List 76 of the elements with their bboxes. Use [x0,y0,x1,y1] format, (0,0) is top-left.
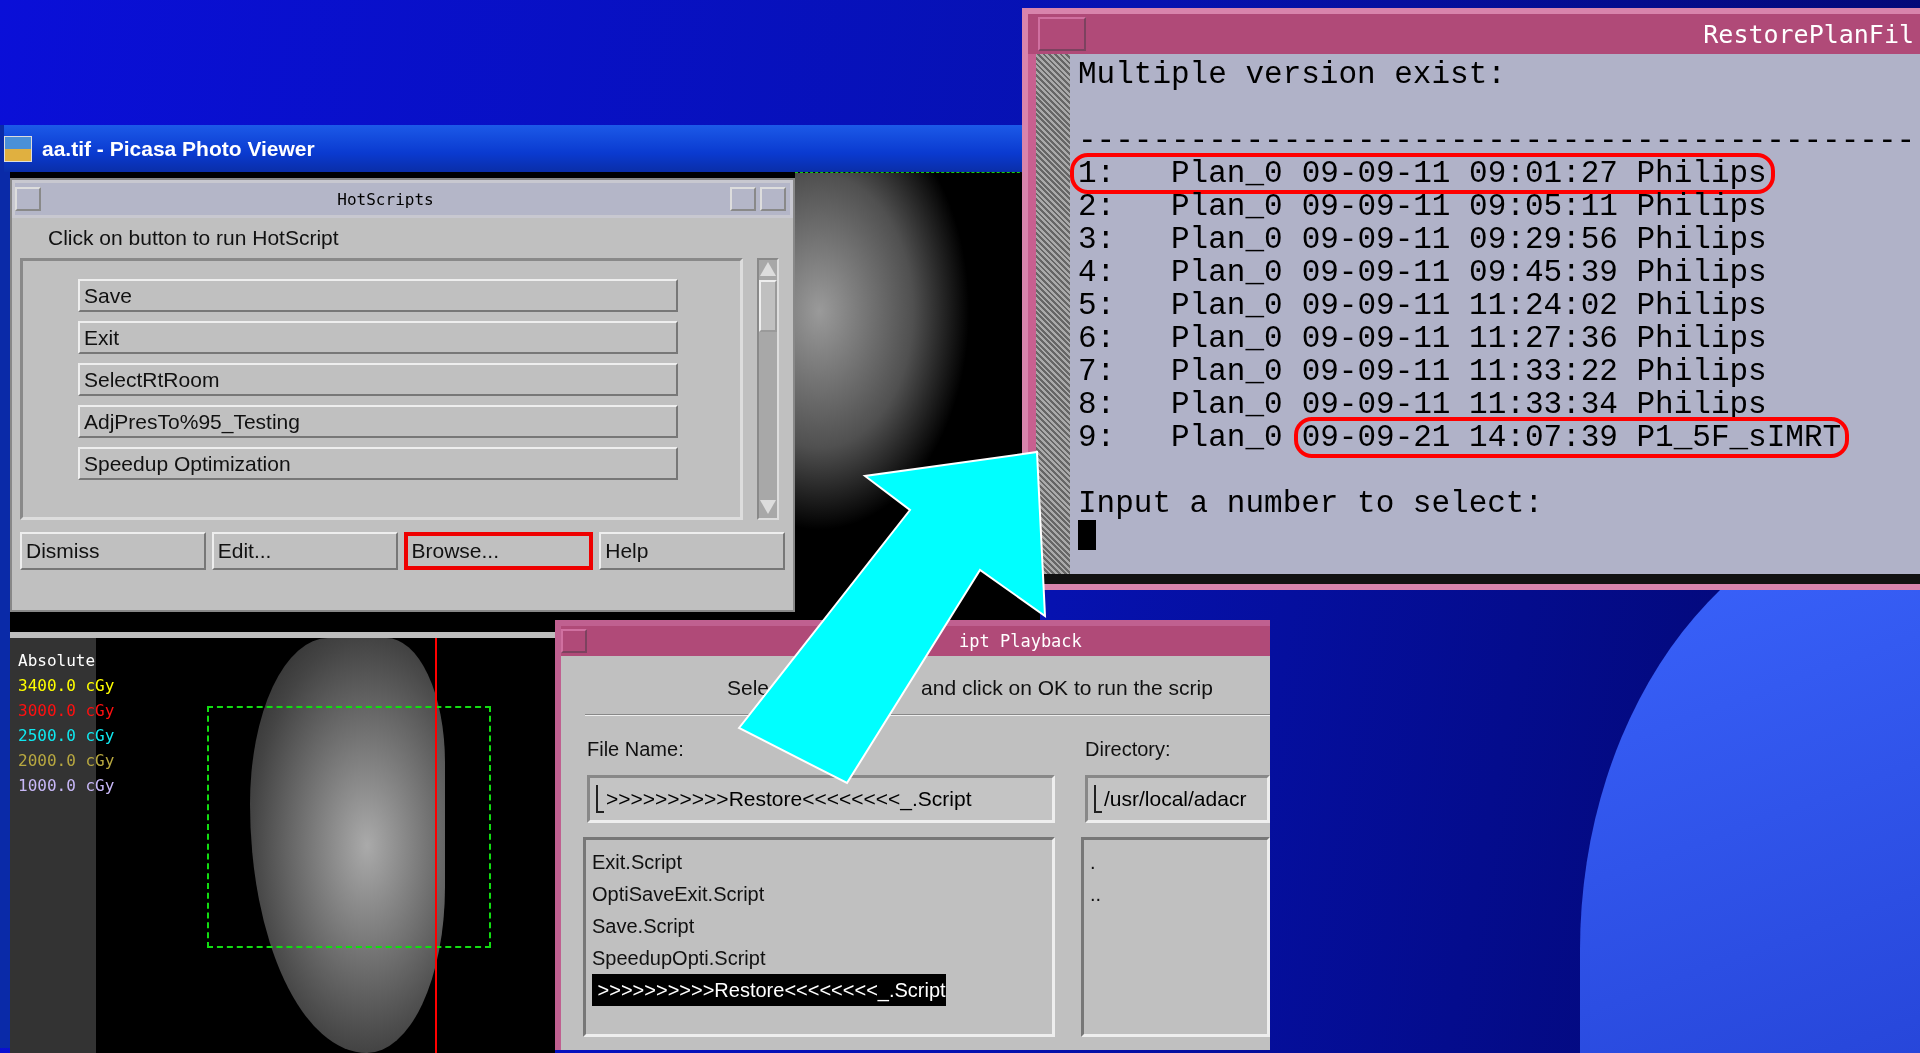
directory-field[interactable]: /usr/local/adacr [1085,775,1270,823]
window-menu-button[interactable] [1038,17,1086,51]
script-button[interactable]: Speedup Optimization [78,447,678,480]
script-button[interactable]: AdjPresTo%95_Testing [78,405,678,438]
dialog-button[interactable]: Dismiss [20,532,206,570]
directory-item[interactable]: . [1090,846,1096,878]
field-value: /usr/local/adacr [1104,787,1247,811]
version-number: 1: Plan_0 [1078,157,1283,190]
directory-item[interactable]: .. [1090,878,1102,910]
version-info: 09-09-11 11:27:36 Philips [1301,322,1767,355]
field-label: File Name: [587,738,685,761]
version-row[interactable]: 2: Plan_0 09-09-11 09:05:11 Philips [1078,190,1767,223]
dialog-button[interactable]: Help [599,532,785,570]
version-info: 09-09-21 14:07:39 P1_5F_sIMRT [1301,421,1842,454]
script-button[interactable]: SelectRtRoom [78,363,678,396]
dose-mode-label: Absolute [18,650,97,672]
version-row[interactable]: 6: Plan_0 09-09-11 11:27:36 Philips [1078,322,1767,355]
maximize-button[interactable] [760,187,786,211]
version-info: 09-09-11 09:29:56 Philips [1301,223,1767,256]
scroll-down-icon[interactable] [760,500,776,514]
field-label: Directory: [1085,738,1172,761]
dialog-title: HotScripts [336,189,435,209]
window-title: ipt Playback [958,631,1082,651]
isodose-label: 1000.0 cGy [18,775,115,797]
version-info: 09-09-11 11:24:02 Philips [1301,289,1767,322]
version-info: 09-09-11 09:45:39 Philips [1301,256,1767,289]
dialog-button[interactable]: Edit... [211,532,398,570]
version-row[interactable]: 5: Plan_0 09-09-11 11:24:02 Philips [1078,289,1767,322]
version-row[interactable]: 8: Plan_0 09-09-11 11:33:34 Philips [1078,388,1767,421]
version-number: 7: Plan_0 [1078,355,1283,388]
picture-icon [4,135,32,162]
script-button[interactable]: Save [78,279,678,312]
window-menu-button[interactable] [561,629,587,653]
version-info: 09-09-11 09:01:27 Philips [1301,157,1767,190]
minimize-button[interactable] [730,187,756,211]
separator-line: --------------------------------------------- [1078,124,1916,157]
file-item[interactable]: SpeedupOpti.Script [592,942,766,974]
scroll-thumb[interactable] [759,280,777,332]
instruction-text: Sele [727,676,770,700]
version-info: 09-09-11 11:33:22 Philips [1301,355,1767,388]
isodose-label: 3000.0 cGy [18,700,115,722]
file-item[interactable]: OptiSaveExit.Script [592,878,765,910]
file-item[interactable]: >>>>>>>>>>Restore<<<<<<<<_.Script [592,974,946,1006]
field-value: >>>>>>>>>>Restore<<<<<<<<_.Script [606,787,972,811]
version-number: 8: Plan_0 [1078,388,1283,421]
instruction-text: and click on OK to run the scrip [921,676,1213,700]
file-name-field[interactable]: >>>>>>>>>>Restore<<<<<<<<_.Script [587,775,1055,823]
isodose-label: 2000.0 cGy [18,750,115,772]
file-item[interactable]: Save.Script [592,910,695,942]
isodose-label: 3400.0 cGy [18,675,115,697]
text-cursor-icon [1094,785,1102,813]
version-info: 09-09-11 11:33:34 Philips [1301,388,1767,421]
isodose-label: 2500.0 cGy [18,725,115,747]
window-title: RestorePlanFil [1703,19,1915,49]
version-row[interactable]: 1: Plan_0 09-09-11 09:01:27 Philips [1078,157,1767,190]
version-row[interactable]: 7: Plan_0 09-09-11 11:33:22 Philips [1078,355,1767,388]
terminal-line: Multiple version exist: [1078,58,1506,91]
version-row[interactable]: 9: Plan_0 09-09-21 14:07:39 P1_5F_sIMRT [1078,421,1842,454]
version-info: 09-09-11 09:05:11 Philips [1301,190,1767,223]
terminal-prompt: Input a number to select: [1078,487,1544,520]
scrollbar[interactable] [757,258,779,520]
highlighted-button[interactable]: Browse... [403,532,594,570]
window-title: aa.tif - Picasa Photo Viewer [42,136,315,161]
version-number: 2: Plan_0 [1078,190,1283,223]
text-cursor [1078,520,1096,550]
text-cursor-icon [596,785,604,813]
file-item[interactable]: Exit.Script [592,846,683,878]
version-number: 6: Plan_0 [1078,322,1283,355]
version-number: 3: Plan_0 [1078,223,1283,256]
version-number: 5: Plan_0 [1078,289,1283,322]
instruction-text: Click on button to run HotScript [47,225,340,251]
version-row[interactable]: 3: Plan_0 09-09-11 09:29:56 Philips [1078,223,1767,256]
script-button[interactable]: Exit [78,321,678,354]
version-number: 9: Plan_0 [1078,421,1283,454]
version-row[interactable]: 4: Plan_0 09-09-11 09:45:39 Philips [1078,256,1767,289]
version-number: 4: Plan_0 [1078,256,1283,289]
